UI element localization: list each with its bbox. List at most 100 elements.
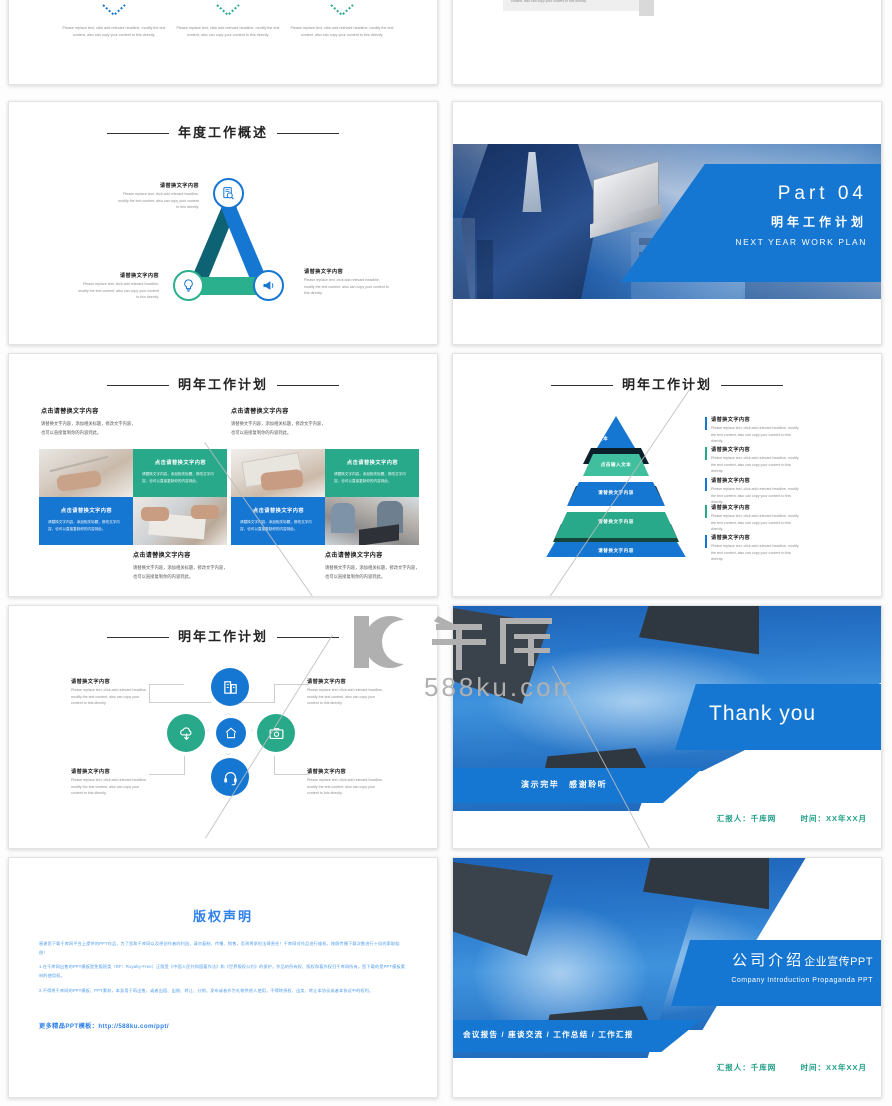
slide-thumbnail-circles[interactable]: 明年工作计划 ︿ ﹀ ‹ › 请替换文字内容 Please replace te… xyxy=(8,605,438,849)
legend-bar xyxy=(705,478,707,491)
thankyou-title: Thank you xyxy=(709,702,817,725)
title-rule-right xyxy=(277,133,339,135)
legend-body: Please replace text, click add relevant … xyxy=(711,544,799,562)
slide-thumbnail-partial-right[interactable]: content, also can copy your content to t… xyxy=(452,0,882,85)
chevron-right-icon: › xyxy=(251,728,253,734)
label-body: Please replace text, click add relevant … xyxy=(78,282,159,300)
grid-photo-1[interactable] xyxy=(39,449,133,497)
headset-icon xyxy=(223,771,237,785)
document-search-icon xyxy=(223,187,234,200)
grid-cell-7[interactable]: 点击请替换文字内容 请替换文字内容，添加相关标题，修改文字内容，也可以直接复制你… xyxy=(231,497,325,545)
cell-heading: 点击请替换文字内容 xyxy=(60,508,113,514)
slide-title: 明年工作计划 xyxy=(9,626,437,645)
slide-thumbnail-cover[interactable]: 公司介绍企业宣传PPT Company Introduction Propaga… xyxy=(452,857,882,1098)
pyramid-diagram xyxy=(546,416,686,557)
slide-thumbnail-partial-left[interactable]: Please replace text, click add relevant … xyxy=(8,0,438,85)
panel-note: content, also can copy your content to t… xyxy=(511,0,587,3)
footer-presenter: 汇报人：千库网 xyxy=(716,814,777,823)
pyramid-level-5-label: 请替换文字内容 xyxy=(598,548,634,553)
slide-title-text: 年度工作概述 xyxy=(177,125,268,140)
circle-node-left[interactable] xyxy=(167,714,205,752)
grid-photo-8[interactable] xyxy=(325,497,419,545)
pyramid-legend-3: 请替换文字内容 Please replace text, click add r… xyxy=(705,477,801,506)
grid-photo-6[interactable] xyxy=(133,497,227,545)
connector xyxy=(149,684,184,685)
slide-thumbnail-part-04[interactable]: Part 04 明年工作计划 NEXT YEAR WORK PLAN xyxy=(452,101,882,345)
legend-heading: 请替换文字内容 xyxy=(711,535,751,541)
cover-title-en: Company Introduction Propaganda PPT xyxy=(731,976,873,984)
hero-photo: Part 04 明年工作计划 NEXT YEAR WORK PLAN xyxy=(453,144,881,299)
more-templates-line[interactable]: 更多精品PPT模板：http://588ku.com/ppt/ xyxy=(39,1021,169,1030)
more-templates-url[interactable]: http://588ku.com/ppt/ xyxy=(98,1023,169,1030)
title-panel: Part 04 明年工作计划 NEXT YEAR WORK PLAN xyxy=(621,164,881,282)
grid-cell-5[interactable]: 点击请替换文字内容 请替换文字内容，添加相关标题，修改文字内容，也可以直接复制你… xyxy=(39,497,133,545)
slide-thumbnail-work-plan-grid[interactable]: 明年工作计划 点击请替换文字内容 请替换文字内容，添加相关标题，修改文字内容，也… xyxy=(8,353,438,597)
cell-body: 请替换文字内容，添加相关标题，修改文字内容，也可以直接复制你的内容到此。 xyxy=(334,472,406,483)
slide-thumbnail-copyright[interactable]: 版权声明 感谢您下载千库网平台上提供的PPT作品，为了您和千库网以及原创作者的利… xyxy=(8,857,438,1098)
grid-photo-3[interactable] xyxy=(231,449,325,497)
pyramid-level-1-label: 输入文本 xyxy=(587,436,609,441)
cell-heading: 点击请替换文字内容 xyxy=(346,460,399,466)
caption-heading: 点击请替换文字内容 xyxy=(325,553,383,559)
connector xyxy=(149,684,150,702)
slide-title-text: 明年工作计划 xyxy=(177,629,268,644)
slide-title: 年度工作概述 xyxy=(9,122,437,141)
part-number: Part 04 xyxy=(777,183,867,204)
slide-title-text: 明年工作计划 xyxy=(177,377,268,392)
connector xyxy=(274,684,309,685)
slide-footer: 汇报人：千库网 时间：XX年XX月 xyxy=(717,813,867,824)
label-body: Please replace text, click add relevant … xyxy=(304,278,389,296)
slide-thumbnail-pyramid[interactable]: 明年工作计划 输入文本 点击输入文本 请替换文字内容 请替换文字内容 请替换文字… xyxy=(452,353,882,597)
triangle-label-2: 请替换文字内容 Please replace text, click add r… xyxy=(77,272,159,301)
home-icon xyxy=(225,727,237,739)
chevron-up-icon: ︿ xyxy=(225,711,232,717)
slide-thumbnail-thank-you[interactable]: Thank you 演示完毕 感谢聆听 汇报人：千库网 时间：XX年XX月 xyxy=(452,605,882,849)
column-body: Please replace text, click add relevant … xyxy=(290,26,394,37)
copyright-title: 版权声明 xyxy=(192,909,253,924)
caption-heading: 点击请替换文字内容 xyxy=(41,409,99,415)
label-heading: 请替换文字内容 xyxy=(159,183,199,189)
connector xyxy=(149,702,211,703)
thankyou-subtitle: 演示完毕 感谢聆听 xyxy=(521,780,608,789)
connector xyxy=(274,756,275,775)
footer-time: 时间：XX年XX月 xyxy=(800,1063,867,1072)
pyramid-level-3-label: 请替换文字内容 xyxy=(598,490,634,495)
label-heading: 请替换文字内容 xyxy=(71,769,111,775)
triangle-node-3[interactable] xyxy=(253,270,284,301)
column-body: Please replace text, click add relevant … xyxy=(62,26,166,37)
more-templates-label: 更多精品PPT模板： xyxy=(39,1023,99,1030)
cover-title-strong: 公司介绍 xyxy=(732,952,805,969)
caption-body: 请替换文字内容，添加相关标题，修改文字内容，也可以直接复制你的内容到此。 xyxy=(325,565,420,579)
slide-thumbnail-annual-overview[interactable]: 年度工作概述 请替换文字内容 Please replace text, clic… xyxy=(8,101,438,345)
label-body: Please replace text, click add relevant … xyxy=(307,688,383,706)
legend-bar xyxy=(705,447,707,460)
circle-node-center[interactable] xyxy=(216,718,246,748)
triangle-node-1[interactable] xyxy=(213,178,244,209)
pyramid-legend-2: 请替换文字内容 Please replace text, click add r… xyxy=(705,446,801,475)
footer-presenter: 汇报人：千库网 xyxy=(716,1063,777,1072)
pyramid-legend-1: 请替换文字内容 Please replace text, click add r… xyxy=(705,416,801,445)
connector xyxy=(237,702,275,703)
cover-title-rest: 企业宣传PPT xyxy=(804,956,873,968)
slide-deck-preview: Please replace text, click add relevant … xyxy=(0,0,892,1106)
grey-panel: content, also can copy your content to t… xyxy=(503,0,643,11)
title-rule-right xyxy=(721,385,783,387)
legend-body: Please replace text, click add relevant … xyxy=(711,487,799,505)
copyright-paragraph-3: 2.不得将千库网的PPT模板、PPT素材，本身用于再出售，或者出租、出借、转让、… xyxy=(39,988,374,993)
grid-caption-bottom-right: 点击请替换文字内容 请替换文字内容，添加相关标题，修改文字内容，也可以直接复制你… xyxy=(325,550,421,581)
grid-cell-4[interactable]: 点击请替换文字内容 请替换文字内容，添加相关标题，修改文字内容，也可以直接复制你… xyxy=(325,449,419,497)
slide-title-text: 明年工作计划 xyxy=(621,377,712,392)
circle-node-top[interactable] xyxy=(211,668,249,706)
chevron-down-icon: ﹀ xyxy=(225,754,232,760)
connector xyxy=(149,774,184,775)
label-body: Please replace text, click add relevant … xyxy=(118,192,199,210)
thankyou-subtitle-band: 演示完毕 感谢聆听 xyxy=(453,768,703,803)
triangle-node-2[interactable] xyxy=(173,270,204,301)
cover-title-panel: 公司介绍企业宣传PPT Company Introduction Propaga… xyxy=(671,940,881,1006)
cloud-download-icon xyxy=(179,726,191,740)
pyramid-level-2-label: 点击输入文本 xyxy=(600,462,632,467)
pyramid-legend-5: 请替换文字内容 Please replace text, click add r… xyxy=(705,534,801,563)
column-body: Please replace text, click add relevant … xyxy=(176,26,280,37)
triangle-label-3: 请替换文字内容 Please replace text, click add r… xyxy=(304,268,390,297)
lightbulb-icon xyxy=(184,279,193,292)
